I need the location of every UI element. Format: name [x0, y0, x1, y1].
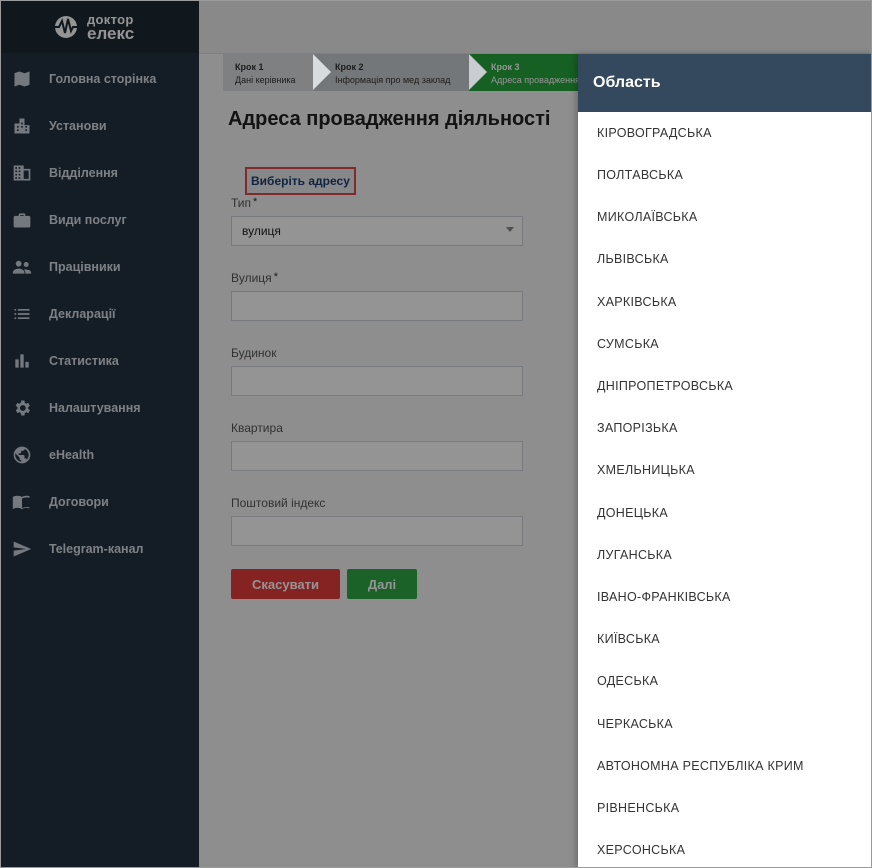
step-arrow	[313, 54, 331, 90]
region-item[interactable]: ЧЕРКАСЬКА	[578, 702, 871, 744]
region-item[interactable]: СУМСЬКА	[578, 323, 871, 365]
region-list: КІРОВОГРАДСЬКА ПОЛТАВСЬКА МИКОЛАЇВСЬКА ЛЬВІ…	[578, 112, 871, 867]
drawer-title: Область	[578, 54, 871, 112]
region-drawer: Область КІРОВОГРАДСЬКА ПОЛТАВСЬКА МИКОЛАЇВ…	[578, 54, 871, 867]
region-item[interactable]: КІРОВОГРАДСЬКА	[578, 112, 871, 154]
region-item[interactable]: РІВНЕНСЬКА	[578, 787, 871, 829]
region-item[interactable]: ХАРКІВСЬКА	[578, 281, 871, 323]
region-item[interactable]: АВТОНОМНА РЕСПУБЛІКА КРИМ	[578, 745, 871, 787]
region-item[interactable]: ІВАНО-ФРАНКІВСЬКА	[578, 576, 871, 618]
region-item[interactable]: ОДЕСЬКА	[578, 660, 871, 702]
region-item[interactable]: КИЇВСЬКА	[578, 618, 871, 660]
app-window: доктор елекс Головна сторінка Установи В…	[0, 0, 872, 868]
region-item[interactable]: ПОЛТАВСЬКА	[578, 154, 871, 196]
region-item[interactable]: ДОНЕЦЬКА	[578, 492, 871, 534]
region-item[interactable]: ХМЕЛЬНИЦЬКА	[578, 449, 871, 491]
region-item[interactable]: ДНІПРОПЕТРОВСЬКА	[578, 365, 871, 407]
region-item[interactable]: ХЕРСОНСЬКА	[578, 829, 871, 867]
region-item[interactable]: ЗАПОРІЗЬКА	[578, 407, 871, 449]
region-item[interactable]: МИКОЛАЇВСЬКА	[578, 196, 871, 238]
region-item[interactable]: ЛЬВІВСЬКА	[578, 238, 871, 280]
step-arrow	[469, 54, 487, 90]
region-item[interactable]: ЛУГАНСЬКА	[578, 534, 871, 576]
